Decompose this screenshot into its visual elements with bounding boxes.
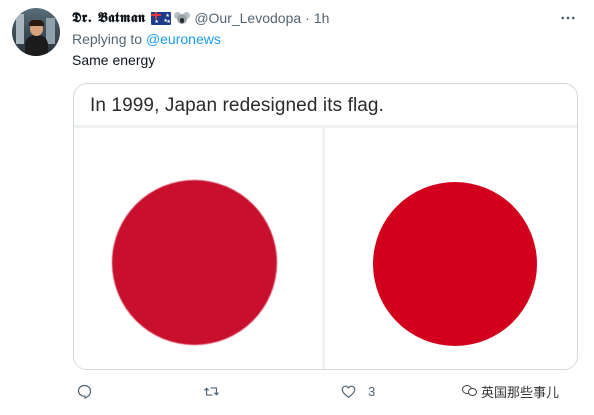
retweet-icon (204, 386, 219, 396)
user-handle[interactable]: @Our_Levodopa (194, 10, 301, 26)
tweet-header: 𝕯𝖗. 𝕭𝖆𝖙𝖒𝖆𝖓 ★ ★ ★ ★ @Our_Levodopa · 1h (72, 8, 582, 28)
tweet-text: Same energy (72, 52, 156, 68)
display-name[interactable]: 𝕯𝖗. 𝕭𝖆𝖙𝖒𝖆𝖓 (72, 10, 145, 26)
star-icon: ★ (154, 18, 159, 25)
retweet-button[interactable] (203, 380, 220, 402)
heart-icon (341, 385, 356, 398)
replying-to-line: Replying to @euronews (72, 31, 221, 47)
reply-icon (77, 384, 92, 399)
star-icon: ★ (166, 18, 171, 25)
more-options-button[interactable] (558, 8, 578, 28)
watermark: 英国那些事儿 (462, 380, 559, 402)
separator-dot: · (305, 10, 310, 26)
old-flag-red-disc (112, 180, 277, 345)
avatar[interactable] (12, 8, 60, 56)
union-jack-canton (151, 11, 162, 19)
more-icon (561, 16, 575, 20)
like-count: 3 (368, 383, 376, 399)
koala-icon (174, 11, 191, 25)
watermark-text: 英国那些事儿 (481, 384, 560, 400)
media-caption: In 1999, Japan redesigned its flag. (90, 95, 384, 116)
reply-button[interactable] (76, 380, 93, 402)
avatar-background-building (16, 14, 24, 44)
new-flag-red-disc (373, 182, 537, 346)
avatar-person-hair (29, 20, 44, 26)
tweet-media-image[interactable]: In 1999, Japan redesigned its flag. (73, 83, 578, 370)
wechat-bubble (468, 388, 477, 396)
avatar-background-building (46, 18, 55, 44)
wechat-icon (462, 384, 478, 398)
australia-flag-icon: ★ ★ ★ ★ (151, 11, 172, 25)
timestamp[interactable]: 1h (314, 10, 330, 26)
mention-link[interactable]: @euronews (146, 31, 221, 47)
avatar-person-body (25, 35, 48, 56)
replying-to-label: Replying to (72, 31, 143, 47)
like-button[interactable]: 3 (340, 380, 375, 402)
